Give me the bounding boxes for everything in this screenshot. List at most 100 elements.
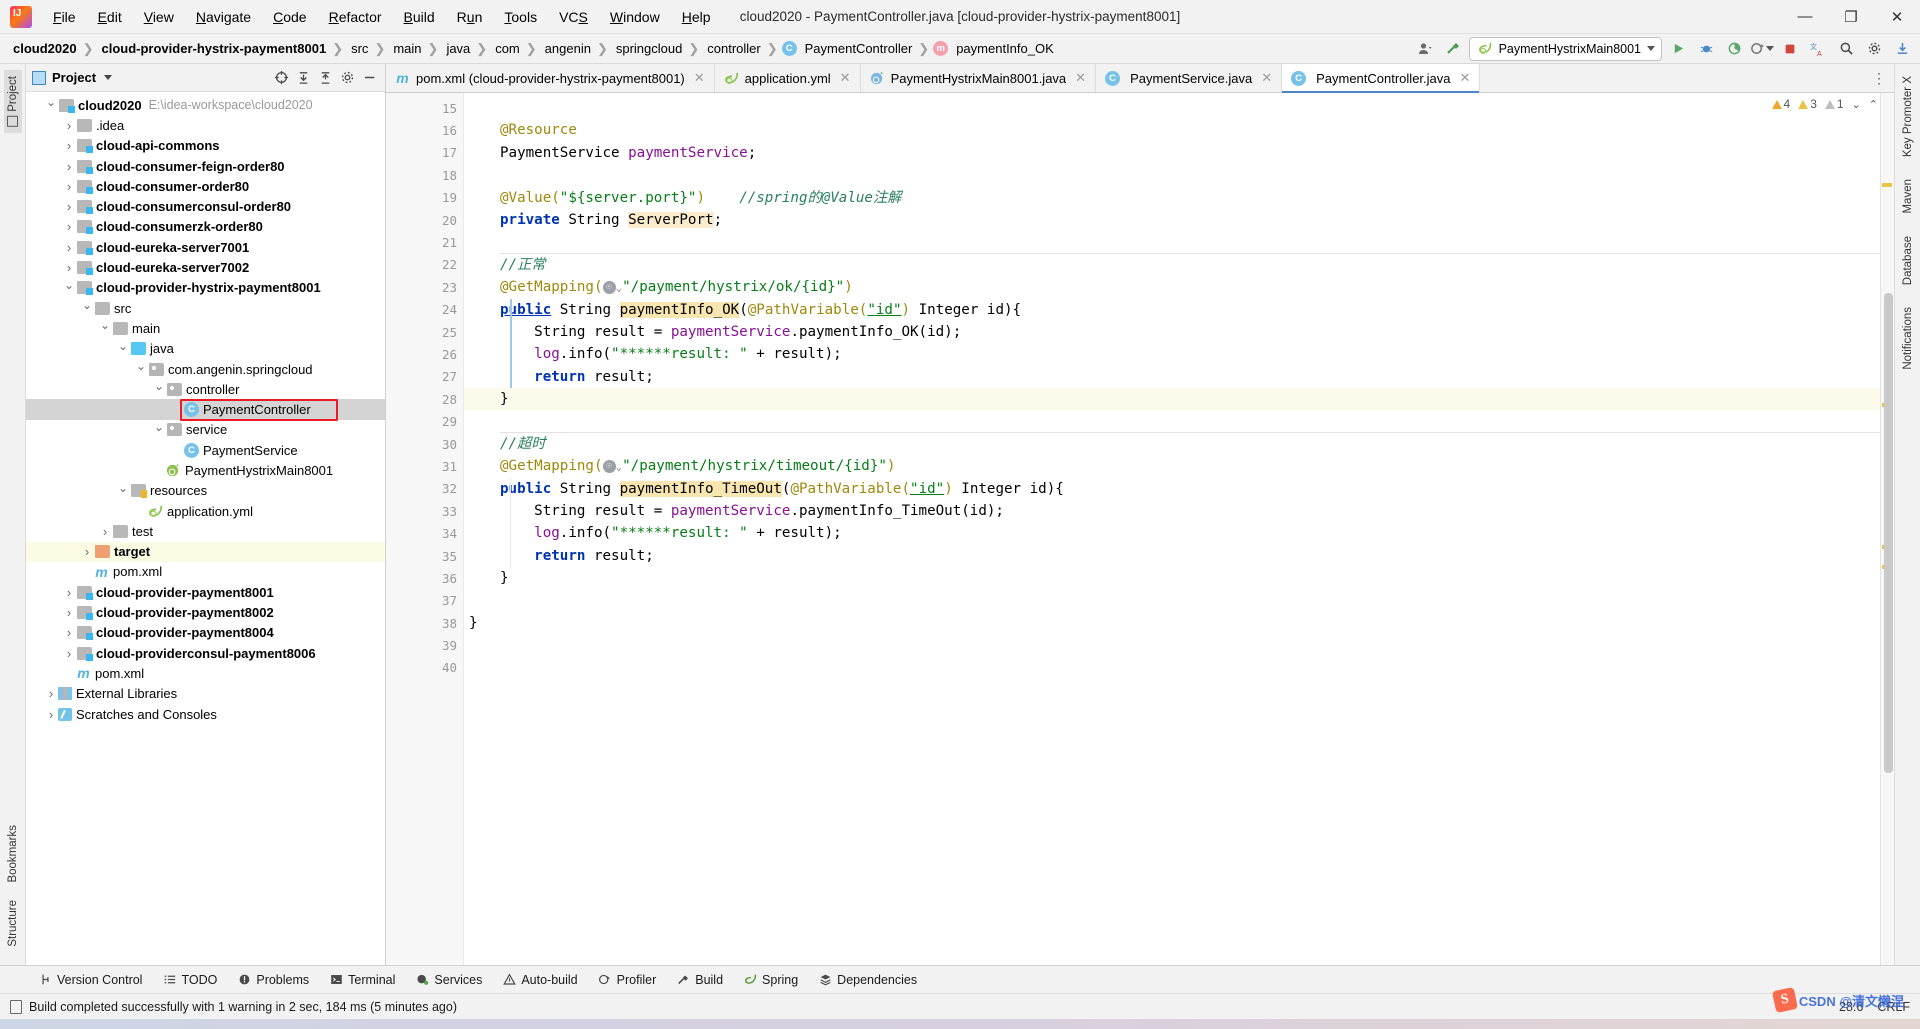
- code-line-25[interactable]: String result = paymentService.paymentIn…: [464, 321, 1880, 343]
- tree-row[interactable]: Scratches and Consoles: [26, 704, 385, 724]
- code-line-38[interactable]: }: [464, 612, 1880, 634]
- translate-icon[interactable]: 文A: [1806, 37, 1830, 61]
- run-configuration-selector[interactable]: PaymentHystrixMain8001: [1468, 36, 1662, 61]
- editor-tab-paymenthystrixmain8001-java[interactable]: PaymentHystrixMain8001.java ✕: [860, 64, 1097, 92]
- chevron-down-icon[interactable]: [104, 75, 113, 80]
- tree-row[interactable]: cloud-providerconsul-payment8006: [26, 643, 385, 663]
- tree-row[interactable]: m pom.xml: [26, 562, 385, 582]
- code-line-35[interactable]: return result;: [464, 545, 1880, 567]
- breadcrumb-item-src[interactable]: src ❯: [346, 39, 388, 58]
- more-options-icon[interactable]: ⋮: [1872, 70, 1886, 87]
- breadcrumb-item-springcloud[interactable]: springcloud ❯: [611, 39, 702, 58]
- editor-tab-pom-xml-cloud-provider-hystrix-payment8001-[interactable]: m pom.xml (cloud-provider-hystrix-payment…: [386, 64, 715, 92]
- chevron-right-icon[interactable]: [44, 686, 58, 701]
- tree-row[interactable]: cloud-consumer-feign-order80: [26, 156, 385, 176]
- code-line-37[interactable]: [464, 590, 1880, 612]
- menu-refactor[interactable]: Refactor: [318, 5, 393, 29]
- code-line-29[interactable]: [464, 410, 1880, 432]
- tool-window-button-problems[interactable]: Problems: [227, 970, 319, 990]
- tree-row[interactable]: java: [26, 339, 385, 359]
- code-line-33[interactable]: String result = paymentService.paymentIn…: [464, 500, 1880, 522]
- maximize-button[interactable]: ❐: [1828, 0, 1874, 33]
- hide-panel-icon[interactable]: [359, 68, 379, 88]
- tree-row[interactable]: .idea: [26, 115, 385, 135]
- tree-row[interactable]: src: [26, 298, 385, 318]
- menu-window[interactable]: Window: [599, 5, 671, 29]
- tool-window-button-todo[interactable]: TODO: [152, 970, 227, 990]
- code-line-17[interactable]: PaymentService paymentService;: [464, 142, 1880, 164]
- tree-row[interactable]: cloud-eureka-server7002: [26, 257, 385, 277]
- breadcrumb-item-cloud2020[interactable]: cloud2020 ❯: [8, 39, 97, 58]
- stop-button[interactable]: [1778, 37, 1802, 61]
- settings-gear-icon[interactable]: [337, 68, 357, 88]
- code-line-21[interactable]: [464, 231, 1880, 253]
- tree-row[interactable]: cloud-provider-hystrix-payment8001: [26, 278, 385, 298]
- user-avatar-icon[interactable]: [1413, 37, 1437, 61]
- strip-button-bookmarks[interactable]: Bookmarks: [4, 819, 22, 889]
- tree-row[interactable]: cloud-provider-payment8002: [26, 602, 385, 622]
- chevron-right-icon[interactable]: [62, 179, 76, 194]
- tree-row[interactable]: External Libraries: [26, 684, 385, 704]
- menu-navigate[interactable]: Navigate: [185, 5, 262, 29]
- build-hammer-icon[interactable]: [1441, 37, 1465, 61]
- strip-button-database[interactable]: Database: [1899, 230, 1917, 291]
- update-icon[interactable]: [1890, 37, 1914, 61]
- chevron-right-icon[interactable]: [80, 544, 94, 559]
- tabs-overflow[interactable]: ⋮: [1872, 64, 1894, 92]
- code-line-36[interactable]: −}: [464, 567, 1880, 589]
- chevron-down-icon[interactable]: [1647, 46, 1655, 51]
- chevron-right-icon[interactable]: [62, 219, 76, 234]
- code-line-24[interactable]: −public String paymentInfo_OK(@PathVaria…: [464, 299, 1880, 321]
- code-line-16[interactable]: @Resource: [464, 119, 1880, 141]
- chevron-right-icon[interactable]: [62, 585, 76, 600]
- chevron-down-icon[interactable]: [44, 98, 58, 112]
- chevron-down-icon[interactable]: [80, 301, 94, 315]
- profiler-button[interactable]: [1750, 37, 1774, 61]
- tree-row[interactable]: cloud-eureka-server7001: [26, 237, 385, 257]
- code-line-31[interactable]: @GetMapping(☉ ⌄"/payment/hystrix/timeout/…: [464, 455, 1880, 477]
- menu-file[interactable]: File: [42, 5, 87, 29]
- menu-run[interactable]: Run: [446, 5, 494, 29]
- close-icon[interactable]: ✕: [1460, 70, 1471, 86]
- tool-window-button-spring[interactable]: Spring: [733, 970, 808, 990]
- minimize-button[interactable]: —: [1782, 0, 1828, 33]
- chevron-right-icon[interactable]: [62, 260, 76, 275]
- tree-row-selected[interactable]: C PaymentController: [26, 399, 385, 420]
- chevron-right-icon[interactable]: [62, 625, 76, 640]
- code-line-32[interactable]: −public String paymentInfo_TimeOut(@Path…: [464, 478, 1880, 500]
- scroll-from-source-icon[interactable]: [271, 68, 291, 88]
- tool-window-button-build[interactable]: Build: [666, 970, 733, 990]
- strip-button-project[interactable]: Project: [3, 70, 22, 133]
- tree-row[interactable]: main: [26, 318, 385, 338]
- menu-tools[interactable]: Tools: [493, 5, 548, 29]
- strip-button-notifications[interactable]: Notifications: [1899, 301, 1917, 376]
- menu-edit[interactable]: Edit: [87, 5, 133, 29]
- tree-row[interactable]: cloud-api-commons: [26, 136, 385, 156]
- run-with-coverage-button[interactable]: [1722, 37, 1746, 61]
- chevron-right-icon[interactable]: [62, 646, 76, 661]
- code-line-15[interactable]: [464, 97, 1880, 119]
- tool-window-button-profiler[interactable]: Profiler: [588, 970, 667, 990]
- inspection-widget[interactable]: 4 3 1 ⌄ ⌃: [1771, 97, 1878, 111]
- strip-button-structure[interactable]: Structure: [4, 894, 22, 953]
- editor-gutter[interactable]: 15 16 17 18 19 20 21 22 23 24 25 26 27 28 29 30 31 32 33 34…: [386, 93, 479, 965]
- tree-row[interactable]: test: [26, 521, 385, 541]
- tool-window-button-services[interactable]: Services: [405, 970, 492, 990]
- breadcrumb-item-angenin[interactable]: angenin ❯: [540, 39, 611, 58]
- code-line-19[interactable]: @Value("${server.port}") //spring的@Value…: [464, 187, 1880, 209]
- tree-row[interactable]: cloud-provider-payment8004: [26, 623, 385, 643]
- code-line-39[interactable]: [464, 634, 1880, 656]
- strip-button-maven[interactable]: Maven: [1899, 173, 1917, 220]
- editor-tab-application-yml[interactable]: application.yml ✕: [714, 64, 861, 92]
- close-button[interactable]: ✕: [1874, 0, 1920, 33]
- tree-row[interactable]: PaymentHystrixMain8001: [26, 460, 385, 480]
- tree-row[interactable]: cloud-provider-payment8001: [26, 582, 385, 602]
- breadcrumb-item-main[interactable]: main ❯: [388, 39, 441, 58]
- menu-vcs[interactable]: VCS: [548, 5, 599, 29]
- chevron-right-icon[interactable]: [62, 199, 76, 214]
- code-line-20[interactable]: private String ServerPort;: [464, 209, 1880, 231]
- close-icon[interactable]: ✕: [840, 70, 851, 86]
- tree-row[interactable]: com.angenin.springcloud: [26, 359, 385, 379]
- close-icon[interactable]: ✕: [1075, 70, 1086, 86]
- editor-tab-paymentservice-java[interactable]: C PaymentService.java ✕: [1096, 64, 1283, 92]
